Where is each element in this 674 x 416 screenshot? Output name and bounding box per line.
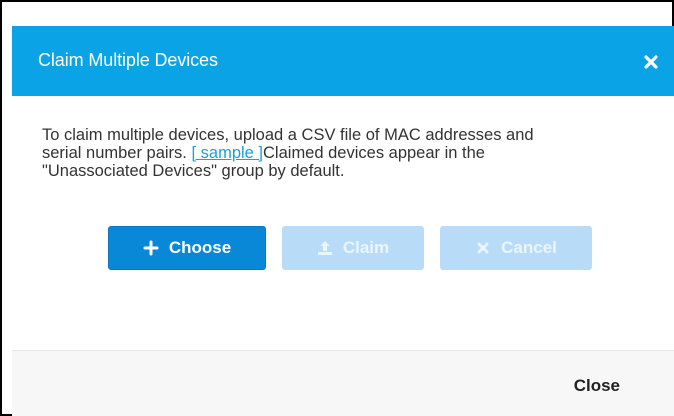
choose-button-label: Choose bbox=[168, 238, 232, 257]
claim-button-label: Claim bbox=[342, 238, 390, 257]
dialog-footer: Close bbox=[12, 350, 674, 416]
dialog-title: Claim Multiple Devices bbox=[38, 50, 218, 70]
claim-button[interactable]: Claim bbox=[282, 226, 424, 270]
message-line-1: To claim multiple devices, upload a CSV … bbox=[42, 126, 534, 144]
cancel-button[interactable]: Cancel bbox=[440, 226, 592, 270]
sample-link[interactable]: [ sample ] bbox=[191, 144, 263, 162]
upload-icon bbox=[317, 240, 333, 256]
dialog-message: To claim multiple devices, upload a CSV … bbox=[42, 126, 642, 180]
message-line-2: serial number pairs. [ sample ]Claimed d… bbox=[42, 144, 642, 162]
cancel-button-label: Cancel bbox=[501, 238, 557, 257]
x-icon bbox=[475, 240, 491, 256]
claim-devices-dialog: Claim Multiple Devices To claim multiple… bbox=[0, 0, 674, 416]
plus-icon bbox=[143, 240, 159, 256]
choose-button[interactable]: Choose bbox=[108, 226, 266, 270]
dialog-body: To claim multiple devices, upload a CSV … bbox=[12, 96, 674, 350]
message-line-2-suffix: Claimed devices appear in the bbox=[263, 144, 485, 162]
message-line-3: "Unassociated Devices" group by default. bbox=[42, 162, 345, 180]
close-icon[interactable] bbox=[642, 53, 660, 71]
close-button[interactable]: Close bbox=[574, 376, 620, 396]
message-line-2-prefix: serial number pairs. bbox=[42, 144, 192, 162]
dialog-header: Claim Multiple Devices bbox=[12, 26, 674, 96]
